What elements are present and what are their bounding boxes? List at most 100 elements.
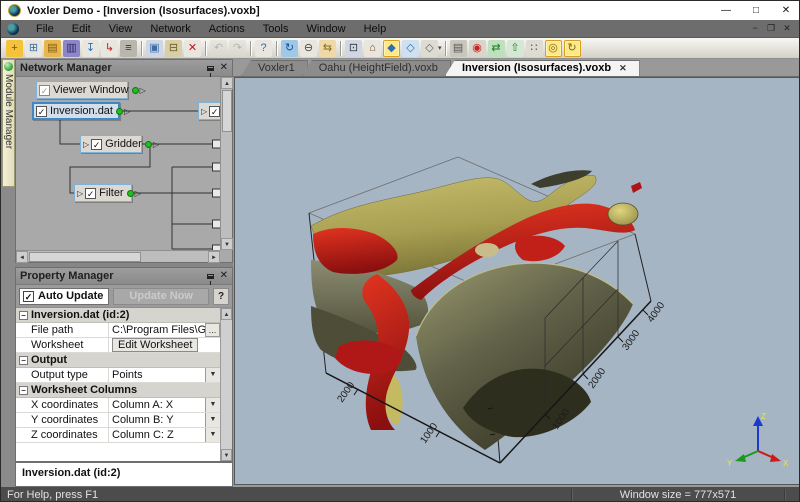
node-checkbox[interactable]: ✓ <box>209 106 220 117</box>
property-group-output[interactable]: −Output <box>16 353 220 368</box>
dropdown-icon[interactable]: ▼ <box>205 428 220 442</box>
menu-edit[interactable]: Edit <box>63 23 100 35</box>
node-checkbox[interactable]: ✓ <box>39 85 50 96</box>
collapse-icon[interactable]: − <box>19 356 28 365</box>
render-module-icon[interactable]: ◉ <box>469 40 486 57</box>
pin-icon[interactable] <box>207 66 214 71</box>
network-node-partial[interactable]: ▷✓ <box>198 102 220 120</box>
menu-tools[interactable]: Tools <box>254 23 298 35</box>
status-dot-icon <box>127 190 134 197</box>
edit-worksheet-button[interactable]: Edit Worksheet <box>112 338 198 352</box>
tab-close-icon[interactable]: ✕ <box>619 61 627 76</box>
dropdown-icon[interactable]: ▼ <box>205 368 220 382</box>
collapse-icon[interactable]: − <box>19 311 28 320</box>
home-view-icon[interactable]: ⌂ <box>364 40 381 57</box>
property-value[interactable]: Column B: Y▼ <box>109 413 220 427</box>
network-canvas[interactable]: ✓Viewer Window▷✓Inversion.dat▷▷✓Gridder▷… <box>16 77 220 250</box>
property-value[interactable]: Column C: Z▼ <box>109 428 220 442</box>
module-manager-tab[interactable]: Module Manager <box>2 59 15 187</box>
menu-window[interactable]: Window <box>297 23 354 35</box>
undo-icon[interactable]: ↶ <box>210 40 227 57</box>
copy-icon[interactable]: ▣ <box>146 40 163 57</box>
print-icon[interactable]: ≡ <box>120 40 137 57</box>
auto-update-checkbox[interactable]: ✓ Auto Update <box>19 288 109 305</box>
mdi-close-icon[interactable]: ✕ <box>779 23 795 34</box>
paste-icon[interactable]: ⊟ <box>165 40 182 57</box>
save-icon[interactable]: ▥ <box>63 40 80 57</box>
toolbar-separator <box>276 41 277 56</box>
node-checkbox[interactable]: ✓ <box>36 106 47 117</box>
property-row-worksheet: WorksheetEdit Worksheet <box>16 338 220 353</box>
value-text: Column A: X <box>112 398 173 412</box>
connect-modules-icon[interactable]: ⇄ <box>488 40 505 57</box>
module-manager-icon <box>4 62 13 71</box>
dropdown-icon[interactable]: ▼ <box>205 398 220 412</box>
import-icon[interactable]: ↧ <box>82 40 99 57</box>
menu-bar: FileEditViewNetworkActionsToolsWindowHel… <box>1 20 800 38</box>
pin-icon[interactable] <box>207 274 214 279</box>
delete-icon[interactable]: ✕ <box>184 40 201 57</box>
collapse-icon[interactable]: − <box>19 386 28 395</box>
update-now-button[interactable]: Update Now <box>113 288 209 305</box>
mdi-restore-icon[interactable]: ❐ <box>763 23 779 34</box>
close-panel-icon[interactable]: ✕ <box>220 63 228 73</box>
dropdown-icon[interactable]: ▼ <box>205 413 220 427</box>
node-checkbox[interactable]: ✓ <box>85 188 96 199</box>
document-tab-2[interactable]: Inversion (Isosurfaces).voxb✕ <box>445 60 640 76</box>
new-viewer-window-icon[interactable]: ⊞ <box>25 40 42 57</box>
node-checkbox[interactable]: ✓ <box>91 139 102 150</box>
wireframe-view-icon[interactable]: ◇ <box>421 40 438 57</box>
property-group-inversion-dat-id-2-[interactable]: −Inversion.dat (id:2) <box>16 308 220 323</box>
redo-icon[interactable]: ↷ <box>229 40 246 57</box>
network-hscrollbar[interactable]: ◄ ► <box>16 250 220 262</box>
property-value[interactable]: Edit Worksheet <box>109 338 220 352</box>
wireframe-view-dropdown-icon[interactable]: ▾ <box>438 44 442 52</box>
perspective-view-icon[interactable]: ◆ <box>383 40 400 57</box>
menu-help[interactable]: Help <box>355 23 396 35</box>
paste-module-icon[interactable]: ▤ <box>450 40 467 57</box>
maximize-button[interactable]: □ <box>741 1 771 20</box>
pan-icon[interactable]: ⇆ <box>319 40 336 57</box>
property-row-y-coordinates: Y coordinatesColumn B: Y▼ <box>16 413 220 428</box>
network-vscrollbar[interactable]: ▲ ▼ <box>220 77 232 250</box>
open-icon[interactable]: ▤ <box>44 40 61 57</box>
x-tick-1000: 1000 <box>418 421 440 446</box>
menu-network[interactable]: Network <box>141 23 199 35</box>
menu-view[interactable]: View <box>100 23 142 35</box>
node-label: Gridder <box>105 138 142 150</box>
minimize-button[interactable]: — <box>711 1 741 20</box>
export-icon[interactable]: ↳ <box>101 40 118 57</box>
new-network-icon[interactable]: + <box>6 40 23 57</box>
property-group-worksheet-columns[interactable]: −Worksheet Columns <box>16 383 220 398</box>
property-value[interactable]: Column A: X ▼ <box>109 398 220 412</box>
node-label: Inversion.dat <box>50 105 113 117</box>
close-button[interactable]: ✕ <box>771 1 800 20</box>
document-tab-0[interactable]: Voxler1 <box>241 60 308 76</box>
toolbar-separator <box>141 41 142 56</box>
output-arrow-icon: ▷ <box>153 140 159 149</box>
free-rotate-mode-icon[interactable]: ↻ <box>564 40 581 57</box>
help-button[interactable]: ? <box>213 288 229 305</box>
document-tab-1[interactable]: Oahu (HeightField).voxb <box>302 60 451 76</box>
property-vscrollbar[interactable]: ▲ ▼ <box>220 308 232 461</box>
orthographic-view-icon[interactable]: ◇ <box>402 40 419 57</box>
pick-points-icon[interactable]: ∷ <box>526 40 543 57</box>
zoom-to-fit-icon[interactable]: ⊡ <box>345 40 362 57</box>
network-node-filter[interactable]: ▷✓Filter▷ <box>74 184 132 202</box>
browse-button[interactable]: ... <box>205 323 220 337</box>
close-panel-icon[interactable]: ✕ <box>220 271 228 281</box>
network-node-inversion-dat[interactable]: ✓Inversion.dat▷ <box>32 102 120 120</box>
network-node-viewer-window[interactable]: ✓Viewer Window▷ <box>36 81 128 99</box>
trackball-mode-icon[interactable]: ◎ <box>545 40 562 57</box>
promote-output-icon[interactable]: ⇧ <box>507 40 524 57</box>
property-value[interactable]: Points▼ <box>109 368 220 382</box>
menu-file[interactable]: File <box>27 23 63 35</box>
context-help-icon[interactable]: ? <box>255 40 272 57</box>
property-value[interactable]: C:\Program Files\Golden...... <box>109 323 220 337</box>
zoom-icon[interactable]: ⊖ <box>300 40 317 57</box>
viewport-3d[interactable]: 2000 1000 1000 2000 3000 4000 <box>234 77 800 485</box>
menu-actions[interactable]: Actions <box>200 23 254 35</box>
rotate-view-icon[interactable]: ↻ <box>281 40 298 57</box>
mdi-minimize-icon[interactable]: − <box>747 23 763 34</box>
network-node-gridder[interactable]: ▷✓Gridder▷ <box>80 135 142 153</box>
